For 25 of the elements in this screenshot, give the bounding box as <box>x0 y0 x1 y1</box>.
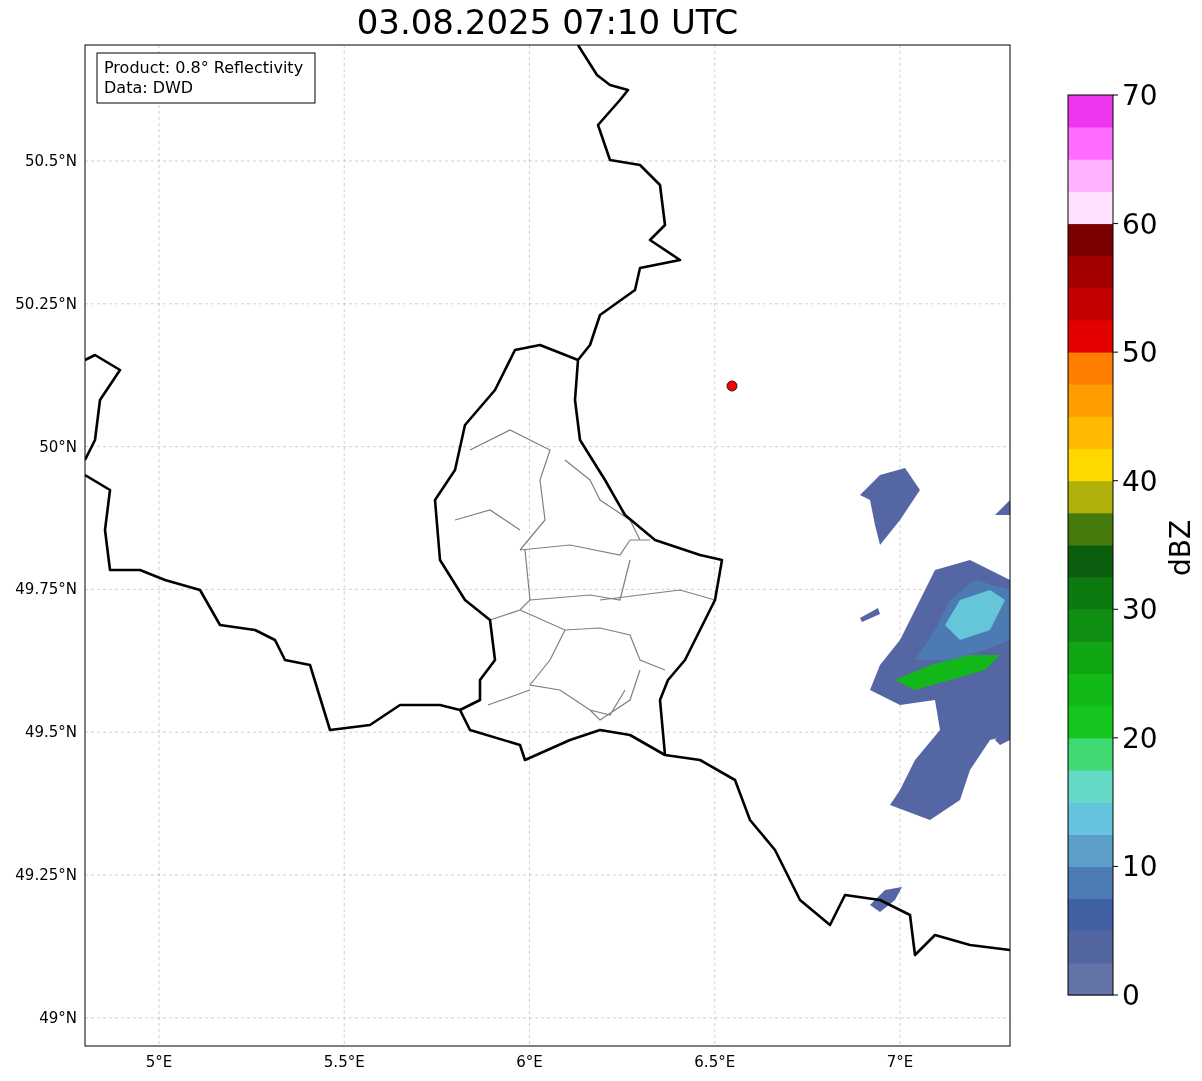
colorbar-tick-label: 40 <box>1122 464 1158 498</box>
colorbar-tick-label: 60 <box>1122 207 1158 241</box>
latitude-label: 50.5°N <box>24 152 77 170</box>
latitude-label: 50°N <box>39 437 77 456</box>
latitude-label: 49.25°N <box>15 866 77 884</box>
latitude-label: 50.25°N <box>15 294 77 313</box>
longitude-label: 6°E <box>516 1053 543 1071</box>
colorbar-tick-label: 70 <box>1122 79 1158 112</box>
longitude-label: 5°E <box>145 1053 173 1071</box>
longitude-label: 5.5°E <box>323 1053 365 1071</box>
info-text: Data: DWD <box>104 78 194 97</box>
radar-site-marker <box>726 380 738 392</box>
latitude-label: 49°N <box>39 1008 77 1027</box>
latitude-label: 49.5°N <box>24 723 77 742</box>
colorbar-tick-label: 50 <box>1122 336 1158 370</box>
colorbar-tick-label: 30 <box>1122 593 1158 627</box>
latitude-label: 49.75°N <box>15 580 77 599</box>
colorbar-label: dBZ <box>1164 519 1197 577</box>
colorbar-tick-label: 0 <box>1122 979 1140 1012</box>
longitude-label: 7°E <box>886 1053 914 1071</box>
info-text: Product: 0.8° Reflectivity <box>104 58 304 77</box>
longitude-label: 6.5°E <box>694 1053 736 1071</box>
plot-title: 03.08.2025 07:10 UTC <box>356 1 739 44</box>
colorbar-tick-label: 10 <box>1122 850 1158 884</box>
colorbar-tick-label: 20 <box>1122 721 1158 755</box>
